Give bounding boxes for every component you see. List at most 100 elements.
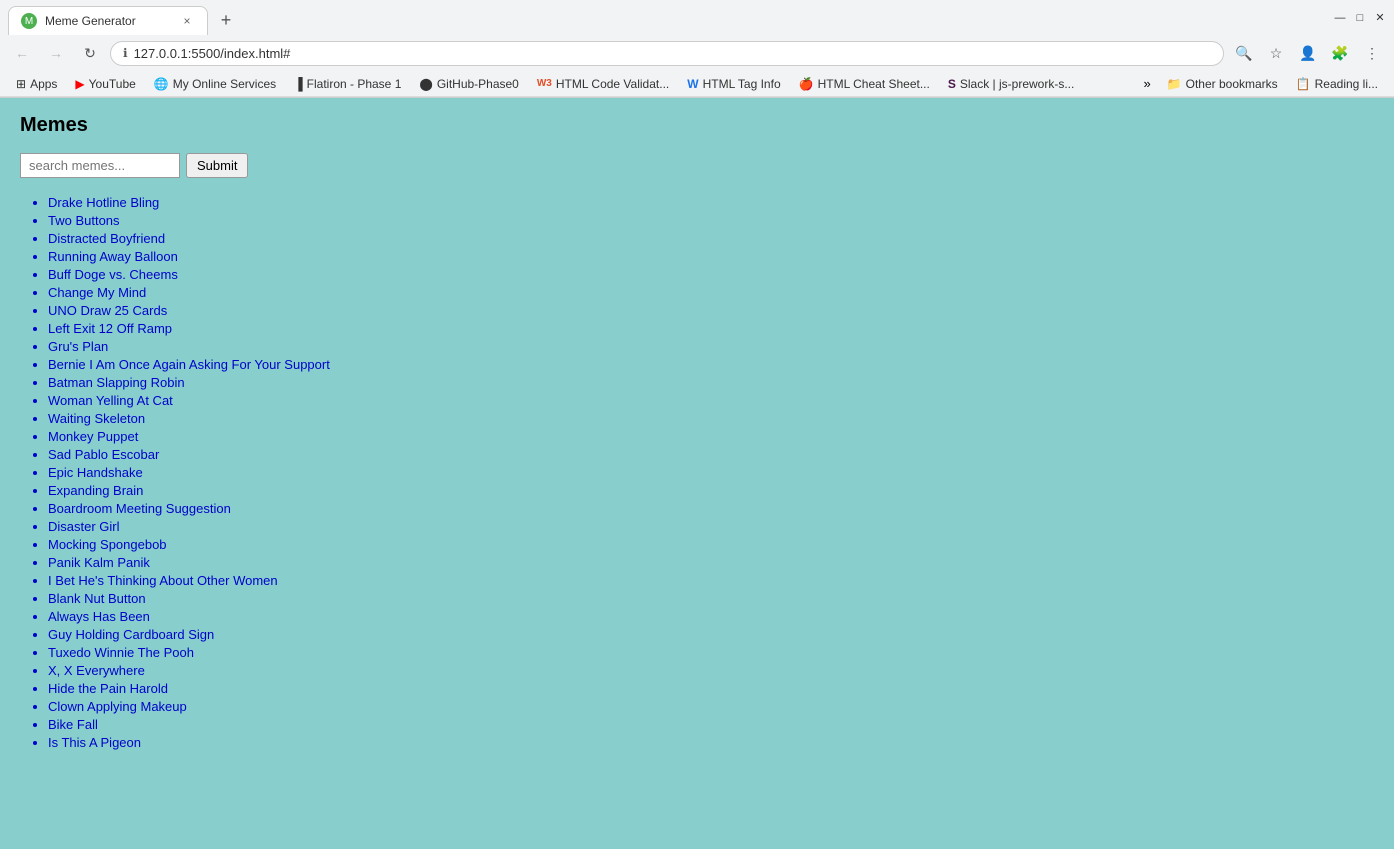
meme-link[interactable]: Two Buttons <box>48 213 120 228</box>
meme-link[interactable]: Drake Hotline Bling <box>48 195 159 210</box>
bookmark-flatiron-label: Flatiron - Phase 1 <box>307 77 402 91</box>
meme-link[interactable]: Guy Holding Cardboard Sign <box>48 627 214 642</box>
list-item[interactable]: Waiting Skeleton <box>48 410 1374 426</box>
meme-link[interactable]: Hide the Pain Harold <box>48 681 168 696</box>
meme-link[interactable]: Expanding Brain <box>48 483 143 498</box>
list-item[interactable]: Buff Doge vs. Cheems <box>48 266 1374 282</box>
submit-button[interactable]: Submit <box>186 153 248 178</box>
meme-link[interactable]: Always Has Been <box>48 609 150 624</box>
globe-icon: 🌐 <box>154 77 169 91</box>
bookmark-apps[interactable]: ⊞ Apps <box>8 74 65 94</box>
tab-title: Meme Generator <box>45 14 171 28</box>
bookmark-github[interactable]: ⬤ GitHub-Phase0 <box>411 74 526 94</box>
list-item[interactable]: Mocking Spongebob <box>48 536 1374 552</box>
list-item[interactable]: Change My Mind <box>48 284 1374 300</box>
profile-icon[interactable]: 👤 <box>1294 39 1322 67</box>
list-item[interactable]: Bernie I Am Once Again Asking For Your S… <box>48 356 1374 372</box>
list-item[interactable]: Sad Pablo Escobar <box>48 446 1374 462</box>
meme-link[interactable]: Batman Slapping Robin <box>48 375 185 390</box>
bookmark-star-icon[interactable]: ☆ <box>1262 39 1290 67</box>
meme-link[interactable]: Panik Kalm Panik <box>48 555 150 570</box>
bookmark-html-tag[interactable]: W HTML Tag Info <box>679 74 788 94</box>
bookmark-flatiron[interactable]: ▐ Flatiron - Phase 1 <box>286 74 409 94</box>
list-item[interactable]: Gru's Plan <box>48 338 1374 354</box>
bookmark-online-services-label: My Online Services <box>173 77 276 91</box>
meme-link[interactable]: Boardroom Meeting Suggestion <box>48 501 231 516</box>
list-item[interactable]: Epic Handshake <box>48 464 1374 480</box>
bookmark-w3-label: HTML Code Validat... <box>556 77 669 91</box>
meme-link[interactable]: Left Exit 12 Off Ramp <box>48 321 172 336</box>
list-item[interactable]: X, X Everywhere <box>48 662 1374 678</box>
bookmark-my-online-services[interactable]: 🌐 My Online Services <box>146 74 284 94</box>
search-icon[interactable]: 🔍 <box>1230 39 1258 67</box>
list-item[interactable]: Blank Nut Button <box>48 590 1374 606</box>
bookmark-html-validate[interactable]: W3 HTML Code Validat... <box>529 74 677 94</box>
bookmark-html-cheat-sheet[interactable]: 🍎 HTML Cheat Sheet... <box>791 74 938 94</box>
list-item[interactable]: Tuxedo Winnie The Pooh <box>48 644 1374 660</box>
forward-button[interactable]: → <box>42 39 70 67</box>
meme-link[interactable]: Sad Pablo Escobar <box>48 447 159 462</box>
address-bar[interactable]: ℹ 127.0.0.1:5500/index.html# <box>110 41 1224 66</box>
list-item[interactable]: Batman Slapping Robin <box>48 374 1374 390</box>
meme-link[interactable]: X, X Everywhere <box>48 663 145 678</box>
meme-link[interactable]: Clown Applying Makeup <box>48 699 187 714</box>
meme-link[interactable]: Disaster Girl <box>48 519 120 534</box>
meme-link[interactable]: Tuxedo Winnie The Pooh <box>48 645 194 660</box>
tab-close-button[interactable]: × <box>179 13 195 29</box>
meme-link[interactable]: Running Away Balloon <box>48 249 178 264</box>
list-item[interactable]: UNO Draw 25 Cards <box>48 302 1374 318</box>
list-item[interactable]: Drake Hotline Bling <box>48 194 1374 210</box>
bookmark-reading-list[interactable]: 📋 Reading li... <box>1288 74 1386 94</box>
list-item[interactable]: Two Buttons <box>48 212 1374 228</box>
meme-link[interactable]: Waiting Skeleton <box>48 411 145 426</box>
bookmark-other[interactable]: 📁 Other bookmarks <box>1159 74 1286 94</box>
list-item[interactable]: Always Has Been <box>48 608 1374 624</box>
meme-link[interactable]: UNO Draw 25 Cards <box>48 303 167 318</box>
list-item[interactable]: Expanding Brain <box>48 482 1374 498</box>
meme-link[interactable]: Bike Fall <box>48 717 98 732</box>
list-item[interactable]: Guy Holding Cardboard Sign <box>48 626 1374 642</box>
meme-list: Drake Hotline Bling Two Buttons Distracted… <box>20 194 1374 750</box>
list-item[interactable]: Left Exit 12 Off Ramp <box>48 320 1374 336</box>
search-input[interactable] <box>20 153 180 178</box>
meme-link[interactable]: Blank Nut Button <box>48 591 146 606</box>
list-item[interactable]: Panik Kalm Panik <box>48 554 1374 570</box>
list-item[interactable]: Boardroom Meeting Suggestion <box>48 500 1374 516</box>
meme-link[interactable]: Bernie I Am Once Again Asking For Your S… <box>48 357 330 372</box>
meme-link[interactable]: Change My Mind <box>48 285 146 300</box>
bookmark-youtube[interactable]: ▶ YouTube <box>67 74 143 94</box>
bookmark-cheat-sheet-label: HTML Cheat Sheet... <box>818 77 930 91</box>
list-item[interactable]: Running Away Balloon <box>48 248 1374 264</box>
refresh-button[interactable]: ↻ <box>76 39 104 67</box>
meme-link[interactable]: Gru's Plan <box>48 339 108 354</box>
meme-link[interactable]: Is This A Pigeon <box>48 735 141 750</box>
list-item[interactable]: Distracted Boyfriend <box>48 230 1374 246</box>
list-item[interactable]: Woman Yelling At Cat <box>48 392 1374 408</box>
list-item[interactable]: Clown Applying Makeup <box>48 698 1374 714</box>
active-tab[interactable]: M Meme Generator × <box>8 6 208 35</box>
meme-link[interactable]: Distracted Boyfriend <box>48 231 165 246</box>
list-item[interactable]: Hide the Pain Harold <box>48 680 1374 696</box>
maximize-button[interactable]: □ <box>1354 12 1366 24</box>
bookmark-slack-label: Slack | js-prework-s... <box>960 77 1074 91</box>
menu-icon[interactable]: ⋮ <box>1358 39 1386 67</box>
list-item[interactable]: Is This A Pigeon <box>48 734 1374 750</box>
tab-favicon: M <box>21 13 37 29</box>
meme-link[interactable]: Monkey Puppet <box>48 429 138 444</box>
meme-link[interactable]: Buff Doge vs. Cheems <box>48 267 178 282</box>
minimize-button[interactable]: — <box>1334 12 1346 24</box>
bookmark-slack[interactable]: S Slack | js-prework-s... <box>940 74 1082 94</box>
list-item[interactable]: Monkey Puppet <box>48 428 1374 444</box>
new-tab-button[interactable]: + <box>212 7 240 35</box>
meme-link[interactable]: Mocking Spongebob <box>48 537 167 552</box>
meme-link[interactable]: Epic Handshake <box>48 465 143 480</box>
list-item[interactable]: Disaster Girl <box>48 518 1374 534</box>
list-item[interactable]: I Bet He's Thinking About Other Women <box>48 572 1374 588</box>
meme-link[interactable]: I Bet He's Thinking About Other Women <box>48 573 278 588</box>
bookmarks-more-button[interactable]: » <box>1137 73 1156 94</box>
back-button[interactable]: ← <box>8 39 36 67</box>
extensions-icon[interactable]: 🧩 <box>1326 39 1354 67</box>
list-item[interactable]: Bike Fall <box>48 716 1374 732</box>
meme-link[interactable]: Woman Yelling At Cat <box>48 393 173 408</box>
close-window-button[interactable]: ✕ <box>1374 12 1386 24</box>
